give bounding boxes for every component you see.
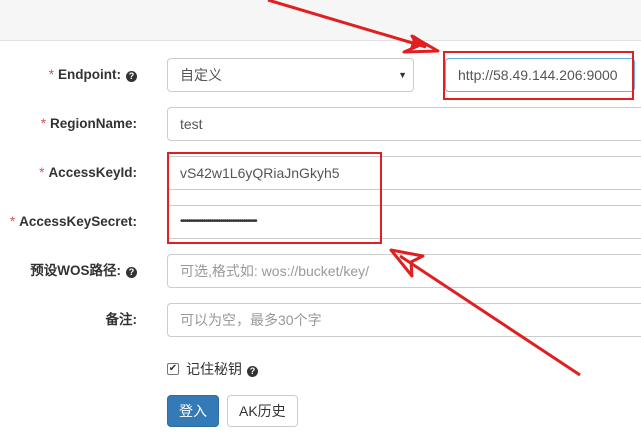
arrow-to-credentials <box>399 254 581 377</box>
arrow-head-credentials <box>389 248 425 278</box>
annotation-arrows <box>267 0 581 377</box>
arrow-to-endpoint <box>267 0 427 49</box>
